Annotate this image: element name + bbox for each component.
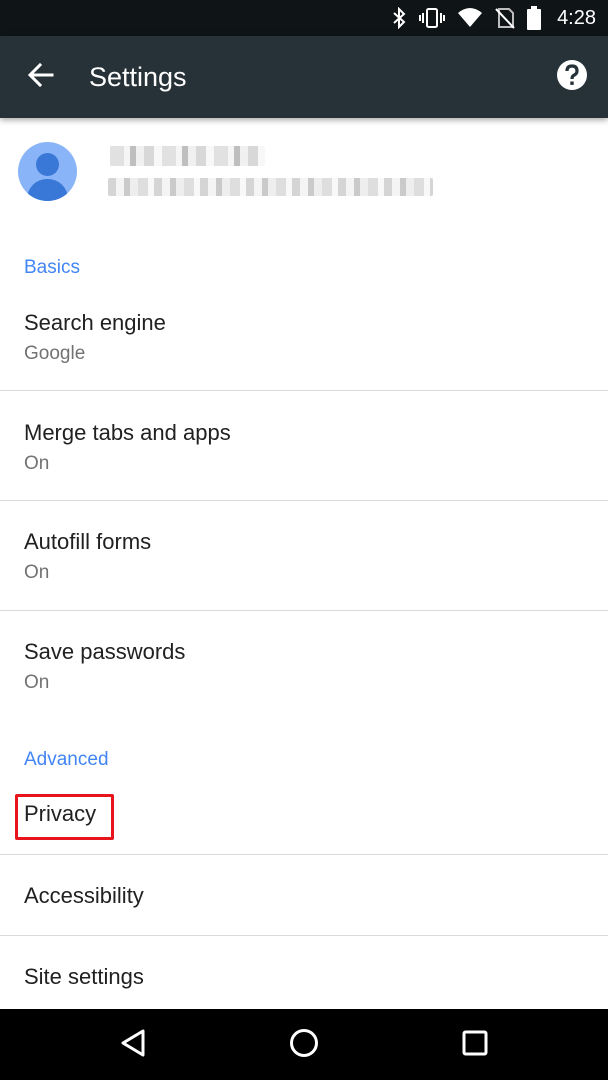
save-passwords-summary: On	[24, 672, 50, 693]
help-icon	[556, 59, 588, 96]
battery-icon	[527, 6, 542, 30]
merge-tabs-item[interactable]: Merge tabs and apps On	[0, 391, 608, 500]
bluetooth-icon	[391, 7, 407, 29]
nav-recents-button[interactable]	[453, 1023, 497, 1067]
accessibility-item[interactable]: Accessibility	[0, 855, 608, 935]
account-email	[108, 178, 433, 196]
vibrate-icon	[419, 7, 446, 29]
site-settings-item[interactable]: Site settings	[0, 936, 608, 1009]
save-passwords-title: Save passwords	[24, 639, 186, 664]
home-circle-icon	[289, 1028, 319, 1063]
autofill-forms-summary: On	[24, 562, 50, 583]
settings-list: Basics Search engine Google Merge tabs a…	[0, 118, 608, 1009]
nav-home-button[interactable]	[282, 1023, 326, 1067]
nav-back-button[interactable]	[111, 1023, 155, 1067]
status-clock: 4:28	[557, 6, 596, 29]
merge-tabs-title: Merge tabs and apps	[24, 420, 231, 445]
back-button[interactable]	[20, 56, 62, 98]
site-settings-title: Site settings	[24, 964, 144, 989]
account-row[interactable]	[0, 118, 608, 228]
avatar	[18, 142, 77, 201]
accessibility-title: Accessibility	[24, 883, 144, 908]
autofill-forms-title: Autofill forms	[24, 529, 152, 554]
system-nav-bar	[0, 1009, 608, 1080]
search-engine-title: Search engine	[24, 310, 166, 335]
section-header-advanced: Advanced	[24, 749, 109, 770]
section-header-basics: Basics	[24, 257, 80, 278]
save-passwords-item[interactable]: Save passwords On	[0, 611, 608, 721]
help-button[interactable]	[551, 56, 593, 98]
back-triangle-icon	[119, 1028, 147, 1063]
status-bar: 4:28	[0, 0, 608, 36]
account-name	[110, 146, 265, 166]
search-engine-item[interactable]: Search engine Google	[0, 288, 608, 390]
no-sim-icon	[495, 7, 515, 29]
page-title: Settings	[89, 62, 187, 92]
autofill-forms-item[interactable]: Autofill forms On	[0, 501, 608, 610]
privacy-highlight-box	[15, 794, 114, 840]
arrow-back-icon	[27, 62, 54, 93]
search-engine-summary: Google	[24, 343, 86, 364]
merge-tabs-summary: On	[24, 453, 50, 474]
recents-square-icon	[462, 1030, 488, 1061]
app-toolbar: Settings	[0, 36, 608, 118]
wifi-icon	[457, 7, 483, 29]
